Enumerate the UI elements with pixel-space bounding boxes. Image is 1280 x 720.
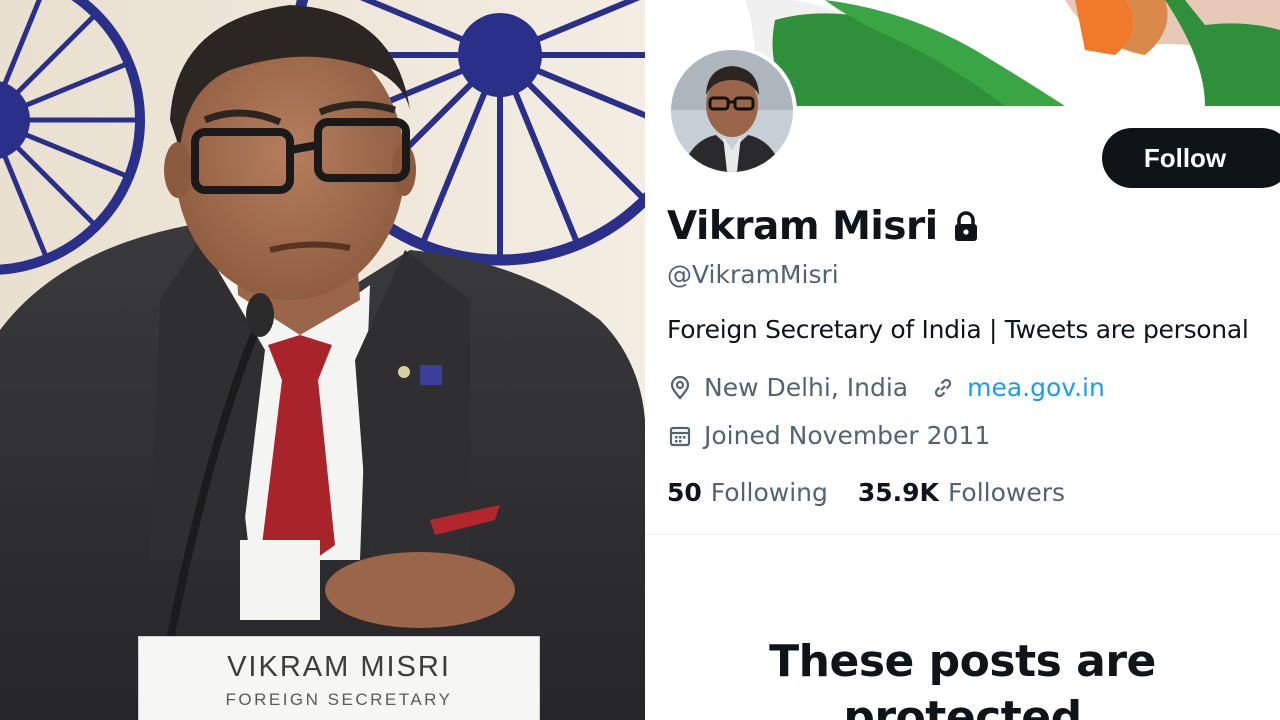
followers-label: Followers	[947, 478, 1066, 507]
following-count: 50	[667, 478, 702, 507]
protected-posts-heading: These posts are protected	[645, 634, 1280, 720]
avatar[interactable]	[667, 46, 797, 176]
display-name-row: Vikram Misri	[667, 204, 980, 249]
following-label: Following	[710, 478, 828, 507]
profile-joined-date: Joined November 2011	[704, 421, 991, 450]
press-photo: VIKRAM MISRI FOREIGN SECRETARY	[0, 0, 645, 720]
nameplate-title: FOREIGN SECRETARY	[225, 690, 453, 709]
profile-website-link[interactable]: mea.gov.in	[967, 373, 1105, 402]
profile-handle: @VikramMisri	[667, 260, 839, 289]
location-pin-icon	[667, 375, 693, 401]
profile-location: New Delhi, India	[704, 373, 909, 402]
profile-divider	[645, 534, 1280, 535]
profile-meta-joined: Joined November 2011	[667, 421, 990, 450]
following-stat-link[interactable]: 50 Following	[667, 478, 828, 507]
calendar-icon	[667, 423, 693, 449]
followers-stat-link[interactable]: 35.9K Followers	[858, 478, 1065, 507]
profile-panel: Follow Vikram Misri @VikramMisri Foreign…	[645, 0, 1280, 720]
display-name: Vikram Misri	[667, 204, 938, 249]
nameplate-name: VIKRAM MISRI	[227, 651, 451, 683]
protected-heading-line-1: These posts are	[769, 636, 1156, 687]
lock-icon	[952, 210, 980, 243]
press-photo-scene	[0, 0, 645, 720]
protected-heading-line-2: protected	[843, 692, 1082, 720]
link-icon	[930, 375, 956, 401]
avatar-image	[671, 50, 793, 172]
profile-bio: Foreign Secretary of India | Tweets are …	[667, 315, 1249, 344]
followers-count: 35.9K	[857, 478, 939, 507]
profile-meta-location-website: New Delhi, India mea.gov.in	[667, 373, 1105, 402]
nameplate: VIKRAM MISRI FOREIGN SECRETARY	[138, 636, 540, 720]
follow-button[interactable]: Follow	[1102, 128, 1280, 188]
profile-stats: 50 Following 35.9K Followers	[667, 478, 1065, 507]
